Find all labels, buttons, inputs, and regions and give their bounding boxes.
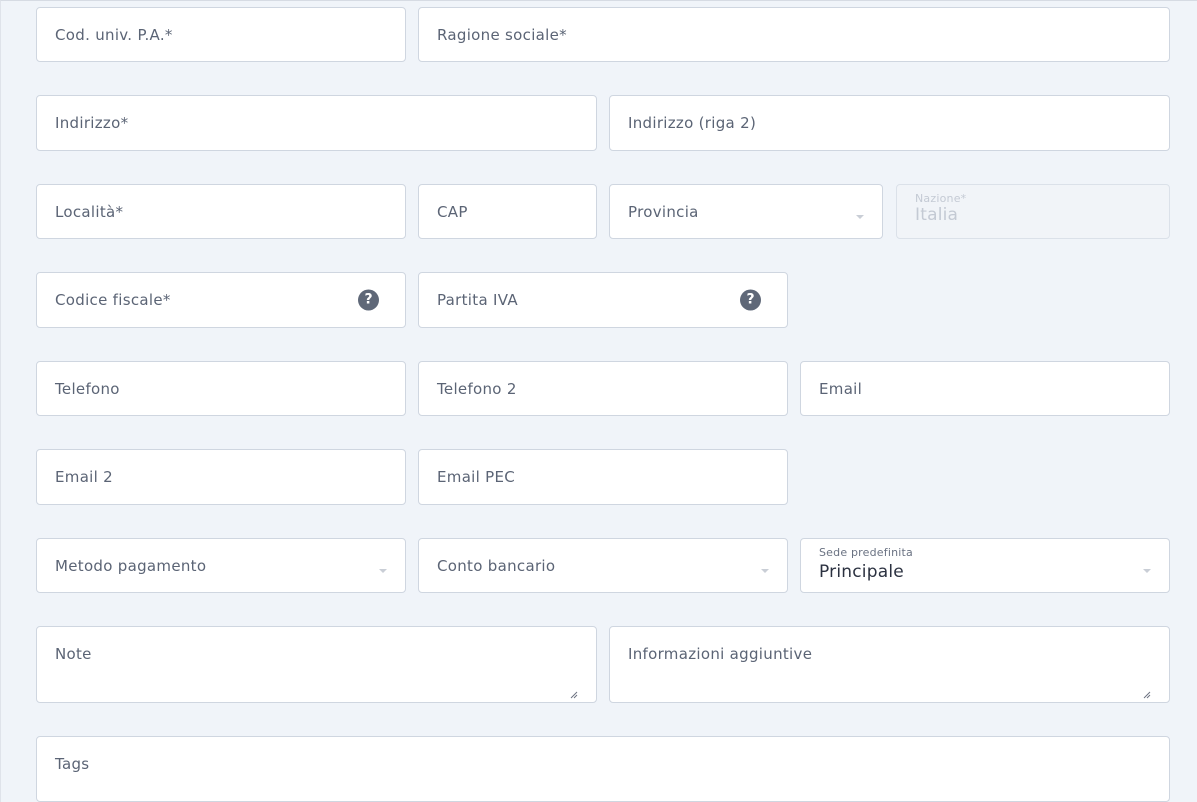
partita-iva-input[interactable]: Partita IVA ?	[418, 272, 788, 328]
cod-univ-pa-input[interactable]: Cod. univ. P.A.*	[36, 7, 406, 62]
telefono2-input[interactable]: Telefono 2	[418, 361, 788, 416]
indirizzo-input[interactable]: Indirizzo*	[36, 95, 597, 151]
tags-label: Tags	[55, 755, 90, 773]
provincia-select[interactable]: Provincia	[609, 184, 883, 239]
cap-input[interactable]: CAP	[418, 184, 597, 239]
ragione-sociale-input[interactable]: Ragione sociale*	[418, 7, 1170, 62]
email-pec-input[interactable]: Email PEC	[418, 449, 788, 505]
telefono2-label: Telefono 2	[437, 379, 517, 398]
metodo-pagamento-label: Metodo pagamento	[55, 556, 207, 575]
email-pec-label: Email PEC	[437, 468, 516, 486]
form-panel: Cod. univ. P.A.* Ragione sociale* Indiri…	[0, 0, 1197, 802]
email-input[interactable]: Email	[800, 361, 1170, 416]
localita-input[interactable]: Località*	[36, 184, 406, 239]
informazioni-aggiuntive-label: Informazioni aggiuntive	[628, 645, 813, 663]
telefono-label: Telefono	[55, 379, 120, 398]
indirizzo-riga2-label: Indirizzo (riga 2)	[628, 114, 757, 132]
telefono-input[interactable]: Telefono	[36, 361, 406, 416]
metodo-pagamento-select[interactable]: Metodo pagamento	[36, 538, 406, 593]
ragione-sociale-label: Ragione sociale*	[437, 25, 567, 44]
codice-fiscale-input[interactable]: Codice fiscale* ?	[36, 272, 406, 328]
note-label: Note	[55, 645, 92, 663]
nazione-label: Nazione*	[915, 192, 967, 205]
conto-bancario-select[interactable]: Conto bancario	[418, 538, 788, 593]
help-icon[interactable]: ?	[358, 289, 379, 311]
chevron-down-icon	[379, 569, 387, 573]
chevron-down-icon	[1143, 569, 1151, 573]
conto-bancario-label: Conto bancario	[437, 556, 556, 575]
localita-label: Località*	[55, 202, 124, 221]
email-label: Email	[819, 379, 863, 398]
nazione-value: Italia	[915, 205, 959, 225]
chevron-down-icon	[761, 569, 769, 573]
resize-grip-icon[interactable]	[1143, 691, 1151, 699]
email2-input[interactable]: Email 2	[36, 449, 406, 505]
sede-predefinita-value: Principale	[819, 562, 904, 582]
chevron-down-icon	[856, 215, 864, 219]
resize-grip-icon[interactable]	[570, 691, 578, 699]
codice-fiscale-label: Codice fiscale*	[55, 291, 171, 309]
indirizzo-label: Indirizzo*	[55, 114, 129, 132]
tags-input[interactable]: Tags	[36, 736, 1170, 802]
provincia-label: Provincia	[628, 202, 699, 221]
cod-univ-pa-label: Cod. univ. P.A.*	[55, 25, 173, 44]
sede-predefinita-select[interactable]: Sede predefinita Principale	[800, 538, 1170, 593]
nazione-field: Nazione* Italia	[896, 184, 1170, 239]
informazioni-aggiuntive-textarea[interactable]: Informazioni aggiuntive	[609, 626, 1170, 703]
partita-iva-label: Partita IVA	[437, 291, 518, 309]
sede-predefinita-label: Sede predefinita	[819, 546, 913, 559]
help-icon[interactable]: ?	[740, 289, 761, 311]
cap-label: CAP	[437, 202, 468, 221]
note-textarea[interactable]: Note	[36, 626, 597, 703]
email2-label: Email 2	[55, 468, 114, 486]
indirizzo-riga2-input[interactable]: Indirizzo (riga 2)	[609, 95, 1170, 151]
